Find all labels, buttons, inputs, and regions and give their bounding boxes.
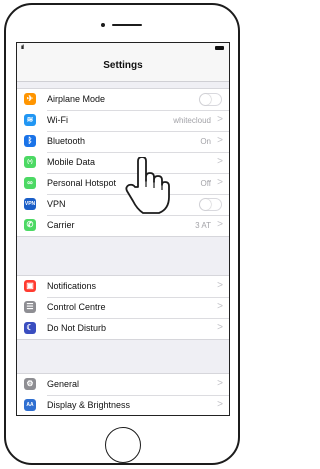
settings-row-display-brightness[interactable]: AA Display & Brightness > — [17, 395, 229, 415]
wifi-icon: ≋ — [24, 114, 36, 126]
status-bar: ııl — [17, 43, 229, 53]
settings-row-carrier[interactable]: ✆ Carrier 3 AT > — [17, 215, 229, 236]
navigation-bar: Settings — [17, 53, 229, 82]
row-label: Do Not Disturb — [47, 323, 107, 333]
display-icon: AA — [24, 399, 36, 411]
settings-row-do-not-disturb[interactable]: ☾ Do Not Disturb > — [17, 318, 229, 339]
control-centre-icon: ☰ — [24, 301, 36, 313]
chevron-right-icon: > — [217, 322, 223, 333]
chevron-right-icon: > — [217, 135, 223, 146]
row-value: whitecloud — [173, 116, 211, 125]
airplane-mode-toggle[interactable] — [199, 93, 222, 106]
home-button[interactable] — [105, 427, 141, 463]
row-label: Carrier — [47, 220, 75, 230]
row-label: VPN — [47, 199, 66, 209]
antenna-icon: (ᵒ) — [24, 156, 36, 168]
chevron-right-icon: > — [217, 219, 223, 230]
chevron-right-icon: > — [217, 114, 223, 125]
bluetooth-icon: ᛒ — [24, 135, 36, 147]
chevron-right-icon: > — [217, 378, 223, 389]
chevron-right-icon: > — [217, 156, 223, 167]
chevron-right-icon: > — [217, 177, 223, 188]
airplane-icon: ✈ — [24, 93, 36, 105]
moon-icon: ☾ — [24, 322, 36, 334]
settings-row-general[interactable]: ⚙ General > — [17, 374, 229, 395]
settings-row-mobile-data[interactable]: (ᵒ) Mobile Data > — [17, 152, 229, 173]
tap-hand-icon — [125, 157, 170, 214]
page-title: Settings — [103, 60, 143, 71]
vpn-icon: VPN — [24, 198, 36, 210]
row-value: 3 AT — [195, 221, 211, 230]
phone-frame: ııl Settings ✈ Airplane Mode ≋ Wi-Fi whi… — [4, 3, 240, 465]
row-value: On — [200, 137, 211, 146]
settings-row-wifi[interactable]: ≋ Wi-Fi whitecloud > — [17, 110, 229, 131]
signal-icon: ııl — [21, 45, 24, 51]
row-label: Airplane Mode — [47, 94, 106, 104]
row-value: Off — [200, 179, 211, 188]
battery-icon — [215, 46, 224, 50]
chevron-right-icon: > — [217, 280, 223, 291]
row-label: Display & Brightness — [47, 400, 131, 410]
row-label: Notifications — [47, 281, 97, 291]
front-camera — [101, 23, 105, 27]
hotspot-icon: ∞ — [24, 177, 36, 189]
settings-row-airplane-mode[interactable]: ✈ Airplane Mode — [17, 89, 229, 110]
row-label: Bluetooth — [47, 136, 86, 146]
settings-row-bluetooth[interactable]: ᛒ Bluetooth On > — [17, 131, 229, 152]
notifications-icon: ▣ — [24, 280, 36, 292]
settings-row-vpn[interactable]: VPN VPN — [17, 194, 229, 215]
settings-row-control-centre[interactable]: ☰ Control Centre > — [17, 297, 229, 318]
chevron-right-icon: > — [217, 399, 223, 410]
settings-group-system: ▣ Notifications > ☰ Control Centre > ☾ D… — [17, 275, 229, 340]
screen: ııl Settings ✈ Airplane Mode ≋ Wi-Fi whi… — [16, 42, 230, 416]
row-label: Mobile Data — [47, 157, 96, 167]
row-label: Control Centre — [47, 302, 106, 312]
settings-row-notifications[interactable]: ▣ Notifications > — [17, 276, 229, 297]
row-label: Wi-Fi — [47, 115, 68, 125]
phone-icon: ✆ — [24, 219, 36, 231]
row-label: Personal Hotspot — [47, 178, 117, 188]
gear-icon: ⚙ — [24, 378, 36, 390]
chevron-right-icon: > — [217, 301, 223, 312]
settings-group-connectivity: ✈ Airplane Mode ≋ Wi-Fi whitecloud > ᛒ B… — [17, 88, 229, 237]
row-label: General — [47, 379, 80, 389]
earpiece-speaker — [112, 24, 142, 26]
settings-row-personal-hotspot[interactable]: ∞ Personal Hotspot Off > — [17, 173, 229, 194]
vpn-toggle[interactable] — [199, 198, 222, 211]
settings-group-general: ⚙ General > AA Display & Brightness > — [17, 373, 229, 415]
